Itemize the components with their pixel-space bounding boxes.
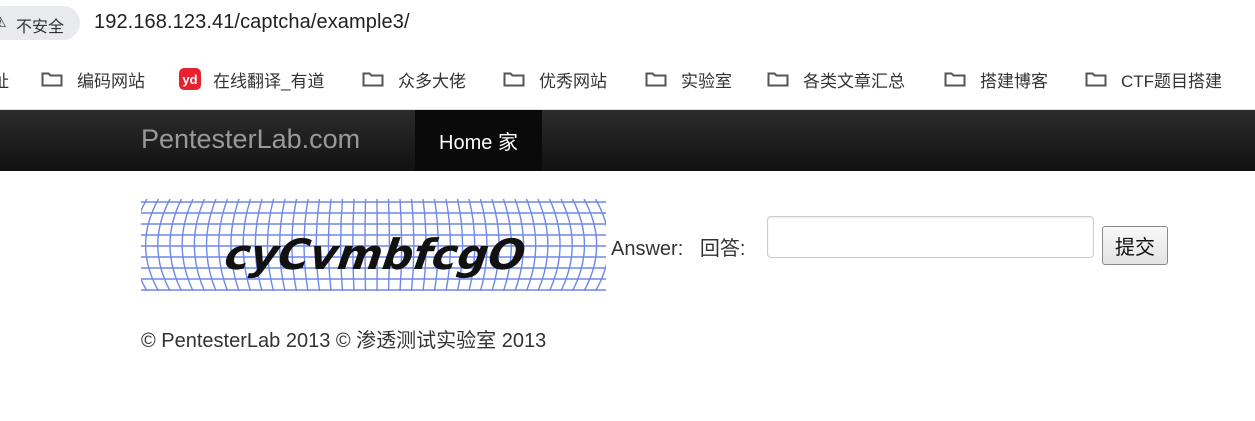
bookmark-item[interactable]: 搭建博客 — [944, 67, 1048, 91]
bookmark-label: 搭建博客 — [980, 71, 1048, 91]
answer-label: Answer: 回答: — [611, 238, 746, 260]
bookmark-label: 实验室 — [681, 71, 732, 91]
bookmark-label: 在线翻译_有道 — [213, 71, 325, 91]
site-navbar: PentesterLab.com Home 家 — [0, 110, 1255, 171]
brand-link[interactable]: PentesterLab.com — [141, 124, 360, 155]
bookmark-item[interactable]: 实验室 — [645, 67, 732, 91]
bookmark-label: 各类文章汇总 — [803, 71, 905, 91]
bookmark-label: CTF题目搭建 — [1121, 71, 1223, 91]
bookmark-label: 优秀网站 — [539, 71, 607, 91]
answer-input[interactable] — [767, 216, 1094, 258]
bookmarks-bar: 址 编码网站 yd 在线翻译_有道 众多大佬 优秀网站 实验室 各类文章汇总 搭… — [0, 48, 1255, 110]
nav-item-label: Home 家 — [439, 132, 518, 154]
url-text[interactable]: 192.168.123.41/captcha/example3/ — [94, 11, 410, 34]
youdao-icon: yd — [179, 68, 201, 90]
nav-item-home[interactable]: Home 家 — [415, 110, 542, 171]
submit-button[interactable]: 提交 — [1102, 226, 1168, 265]
bookmark-label: 众多大佬 — [398, 71, 466, 91]
bookmark-item[interactable]: 编码网站 — [41, 67, 145, 91]
bookmark-item[interactable]: 众多大佬 — [362, 67, 466, 91]
folder-icon — [503, 72, 525, 87]
truncated-bookmark-label[interactable]: 址 — [0, 67, 9, 92]
bookmark-label: 编码网站 — [77, 71, 145, 91]
folder-icon — [767, 72, 789, 87]
folder-icon — [362, 72, 384, 87]
captcha-image: cyCvmbfcgO — [141, 199, 606, 291]
folder-icon — [944, 72, 966, 87]
folder-icon — [1085, 72, 1107, 87]
security-label: 不安全 — [16, 19, 65, 36]
bookmark-item[interactable]: 各类文章汇总 — [767, 67, 905, 91]
address-bar: ⚠ 不安全 192.168.123.41/captcha/example3/ — [0, 0, 1255, 48]
bookmark-item[interactable]: 优秀网站 — [503, 67, 607, 91]
bookmark-item[interactable]: yd 在线翻译_有道 — [179, 67, 324, 91]
warning-icon: ⚠ — [0, 14, 7, 30]
folder-icon — [41, 72, 63, 87]
footer-text: © PentesterLab 2013 © 渗透测试实验室 2013 — [141, 330, 547, 352]
bookmark-item[interactable]: CTF题目搭建 — [1085, 67, 1222, 91]
captcha-text: cyCvmbfcgO — [222, 230, 529, 279]
folder-icon — [645, 72, 667, 87]
